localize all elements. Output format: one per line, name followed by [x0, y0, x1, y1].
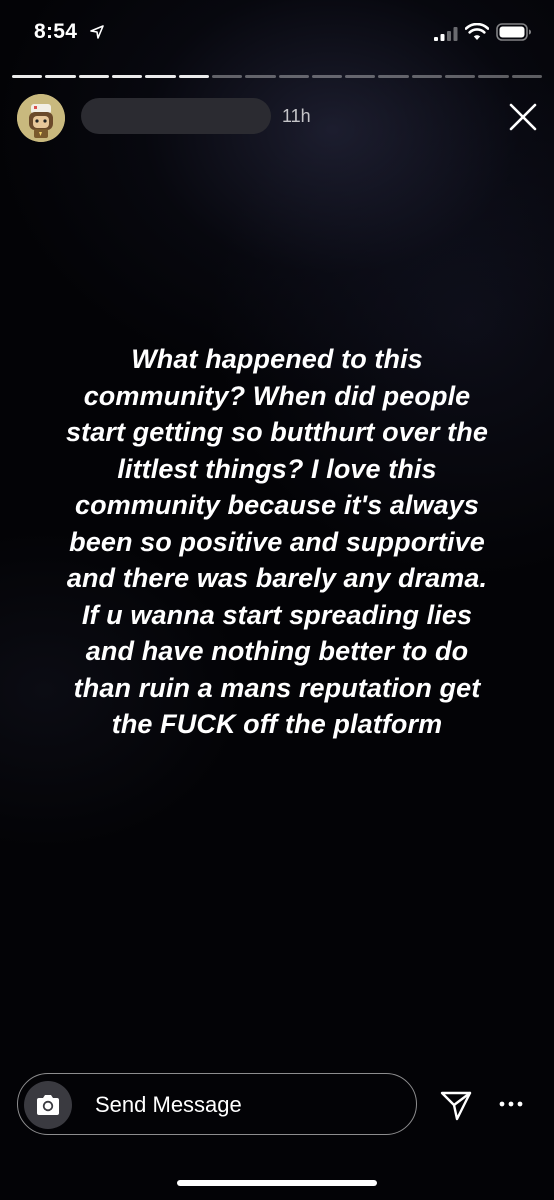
- story-progress-segment: [45, 75, 76, 78]
- story-progress-segment: [278, 75, 309, 78]
- story-progress-segment: [478, 75, 509, 78]
- send-icon[interactable]: [439, 1088, 473, 1122]
- story-text: What happened to this community? When di…: [66, 344, 488, 739]
- camera-button[interactable]: [24, 1081, 72, 1129]
- username-redacted: [81, 98, 271, 134]
- status-time: 8:54: [34, 20, 78, 43]
- story-progress-segment: [445, 75, 476, 78]
- avatar-image: [17, 94, 65, 142]
- close-icon[interactable]: [506, 100, 540, 134]
- story-progress-segment: [145, 75, 176, 78]
- home-indicator: [177, 1180, 377, 1186]
- story-progress-segment: [311, 75, 343, 78]
- avatar[interactable]: [17, 94, 65, 142]
- story-progress-segment: [345, 75, 376, 78]
- story-progress-segment: [411, 75, 443, 78]
- battery-icon: [496, 23, 531, 41]
- camera-icon: [37, 1095, 59, 1115]
- wifi-icon: [465, 23, 489, 40]
- story-age: 11h: [282, 106, 311, 126]
- story-progress-segment: [111, 75, 143, 78]
- signal-icon: [434, 27, 458, 41]
- story-progress-segment: [178, 75, 209, 78]
- story-progress-segment: [511, 75, 542, 78]
- send-message-placeholder[interactable]: Send Message: [95, 1092, 242, 1118]
- more-icon[interactable]: [497, 1096, 525, 1112]
- status-bar: 8:54: [0, 0, 554, 62]
- story-progress-segment: [245, 75, 276, 78]
- location-arrow-icon: [90, 25, 104, 39]
- story-progress-segment: [12, 75, 43, 78]
- story-progress-segment: [378, 75, 409, 78]
- story-progress-segment: [211, 75, 243, 78]
- story-progress-bar: [12, 75, 542, 78]
- story-progress-segment: [78, 75, 109, 78]
